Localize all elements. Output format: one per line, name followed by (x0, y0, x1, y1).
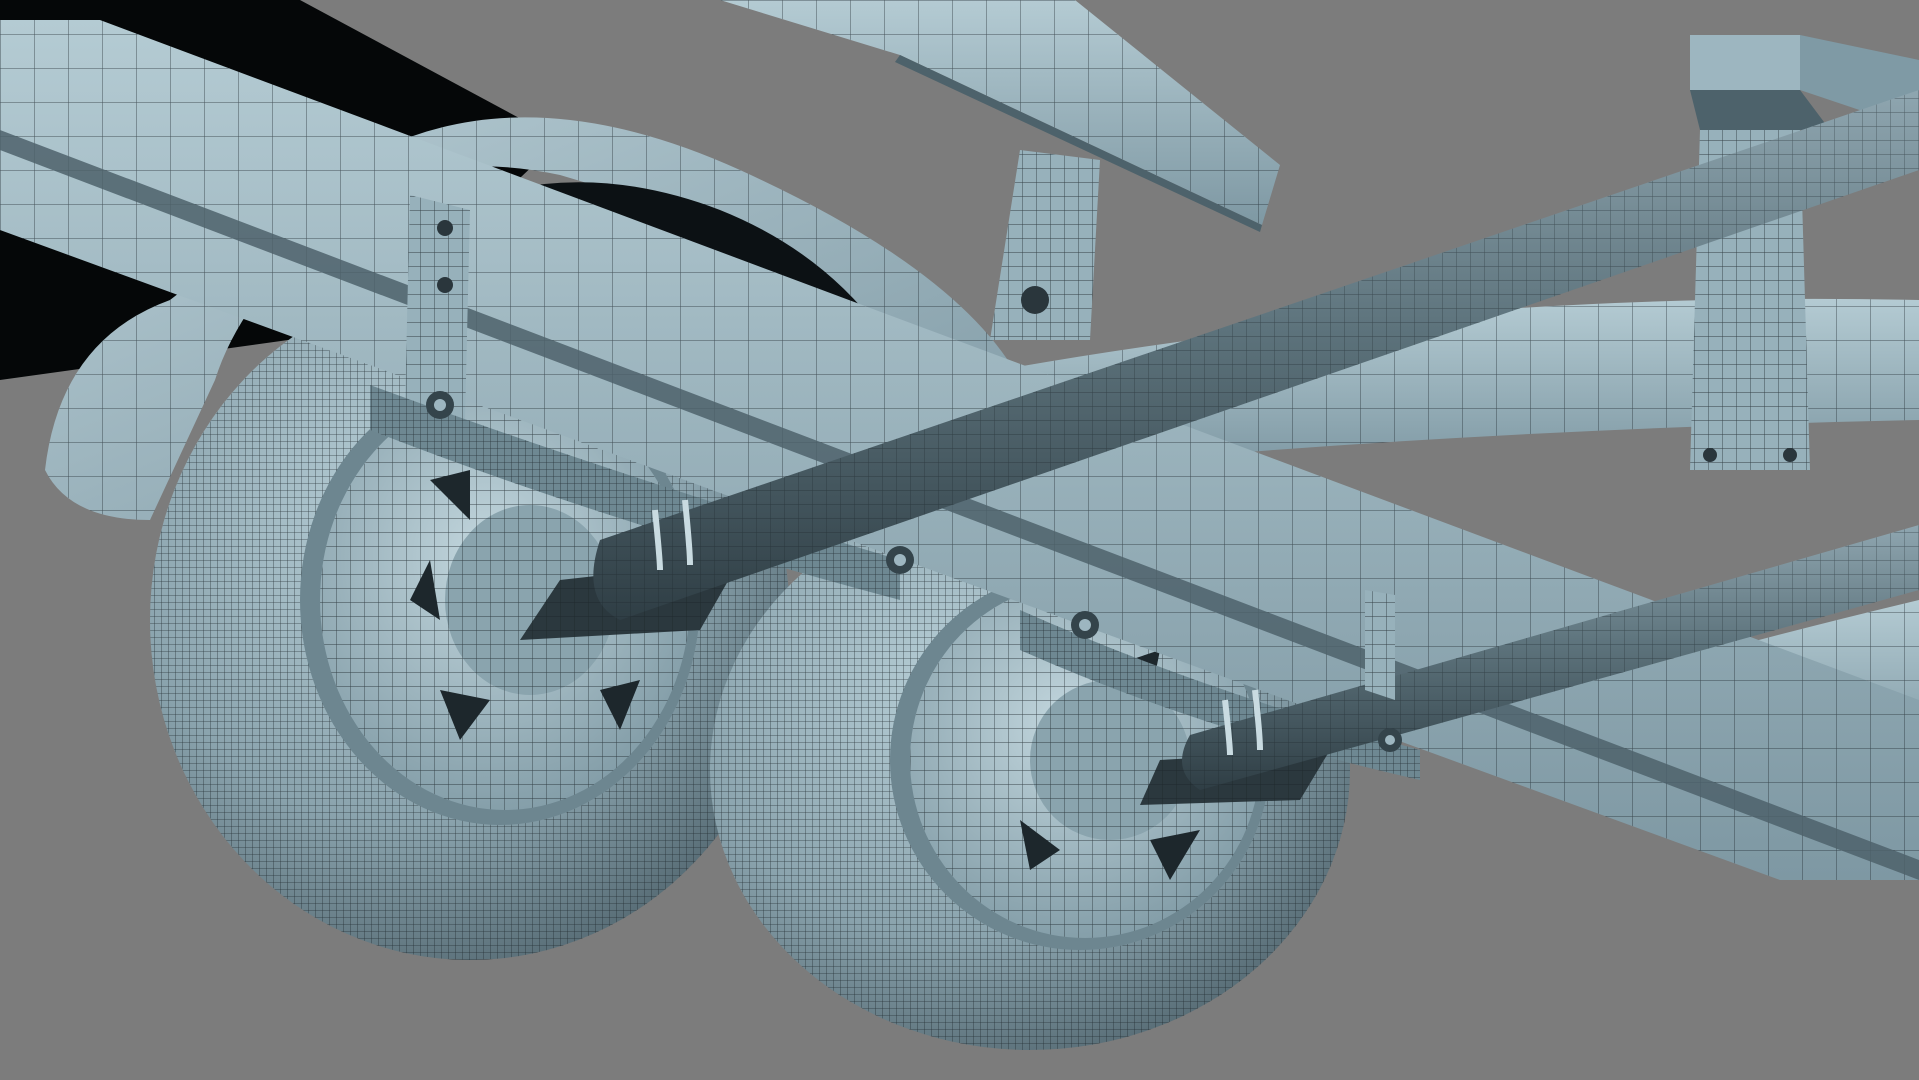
rail-bracket-lower (1365, 590, 1395, 700)
bunk-board-top (720, 0, 1280, 232)
3d-viewport[interactable] (0, 0, 1919, 1080)
spring-hanger-left (405, 195, 470, 420)
wireframe-render (0, 0, 1919, 1050)
spring-hanger-middle (990, 150, 1100, 340)
